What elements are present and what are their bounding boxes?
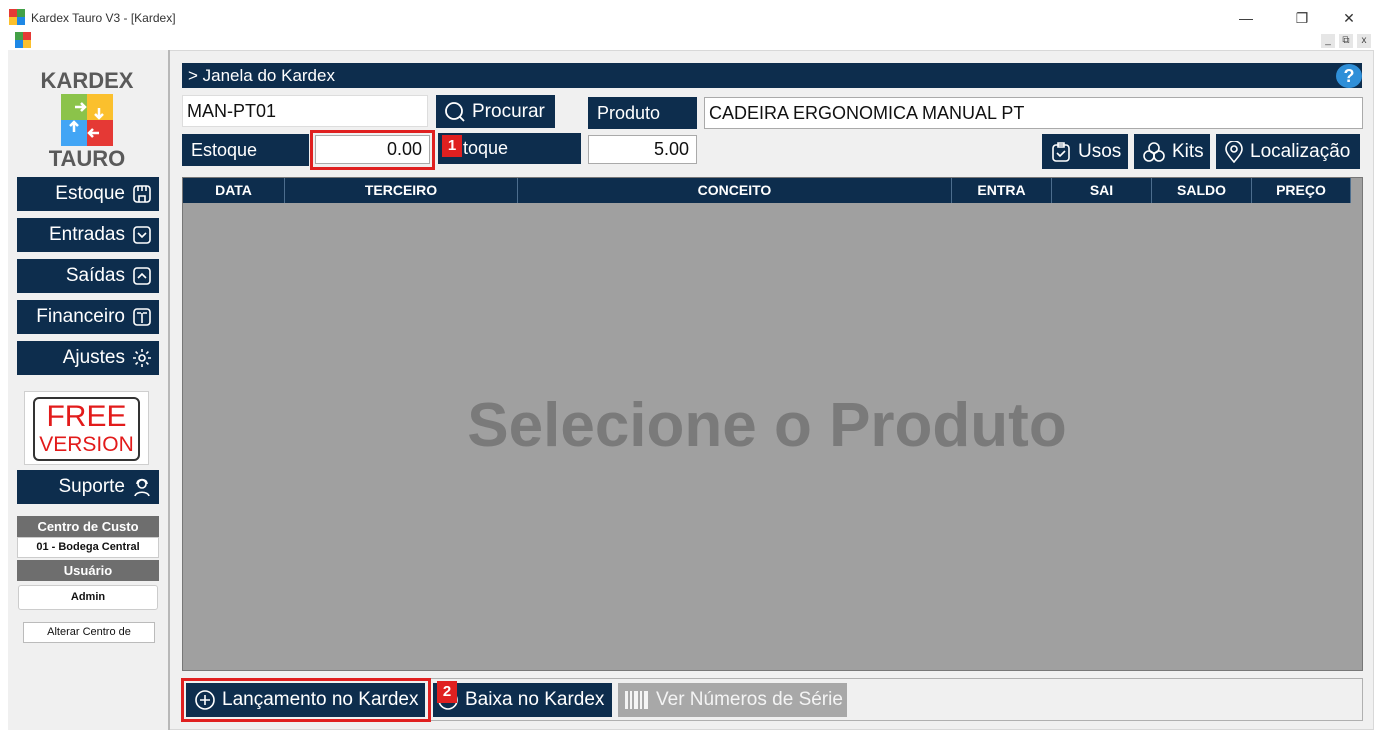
mdi-minimize-button[interactable]: _ — [1321, 34, 1335, 48]
kits-label: Kits — [1172, 140, 1204, 162]
book-icon — [133, 308, 151, 326]
gear-icon — [133, 349, 151, 367]
clipboard-check-icon — [1052, 141, 1070, 162]
empty-state-message: Selecione o Produto — [467, 391, 1067, 460]
free-version-badge: FREE VERSION — [24, 391, 149, 465]
brand-logo: KARDEX TAURO — [28, 68, 146, 172]
inbox-out-icon — [133, 267, 151, 285]
usos-button[interactable]: Usos — [1042, 134, 1128, 169]
produto-label: Produto — [588, 97, 697, 129]
estoque-minimo-value-field[interactable]: 5.00 — [588, 135, 697, 164]
centro-custo-value: 01 - Bodega Central — [17, 537, 159, 558]
puzzle-logo-icon — [61, 94, 113, 146]
step-marker-1: 1 — [442, 135, 462, 157]
ver-numeros-serie-button[interactable]: Ver Números de Série — [618, 683, 847, 717]
maximize-button[interactable]: ❐ — [1290, 8, 1314, 28]
mdi-bar — [0, 32, 1382, 50]
kits-circles-icon — [1143, 141, 1165, 162]
ver-numeros-serie-label: Ver Números de Série — [656, 689, 843, 710]
sidebar-item-saidas[interactable]: Saídas — [17, 259, 159, 293]
baixa-button[interactable]: Baixa no Kardex — [433, 683, 612, 717]
kits-button[interactable]: Kits — [1134, 134, 1210, 169]
sidebar-item-ajustes[interactable]: Ajustes — [17, 341, 159, 375]
window-title: Kardex Tauro V3 - [Kardex] — [31, 11, 176, 25]
brand-bottom-text: TAURO — [48, 146, 126, 171]
minimize-button[interactable]: — — [1234, 8, 1258, 28]
centro-custo-title: Centro de Custo — [17, 516, 159, 537]
close-button[interactable]: ✕ — [1337, 8, 1361, 28]
sidebar-item-financeiro[interactable]: Financeiro — [17, 300, 159, 334]
sidebar-item-estoque[interactable]: Estoque — [17, 177, 159, 211]
inbox-in-icon — [133, 226, 151, 244]
baixa-label: Baixa no Kardex — [465, 689, 605, 710]
localizacao-label: Localização — [1250, 140, 1351, 162]
kardex-table: DATA TERCEIRO CONCEITO ENTRA SAI SALDO P… — [182, 177, 1363, 671]
column-header-terceiro[interactable]: TERCEIRO — [285, 178, 518, 203]
store-icon — [133, 185, 151, 203]
free-text: FREE — [46, 400, 127, 433]
estoque-label: Estoque — [182, 134, 309, 166]
column-header-saldo[interactable]: SALDO — [1152, 178, 1252, 203]
support-label: Suporte — [58, 476, 125, 497]
help-icon[interactable]: ? — [1336, 64, 1362, 88]
sidebar-item-label: Saídas — [65, 265, 125, 286]
sidebar-item-label: Entradas — [48, 224, 125, 245]
mdi-close-button[interactable]: x — [1357, 34, 1371, 48]
procurar-button[interactable]: Procurar — [436, 95, 555, 128]
app-logo-icon — [9, 9, 25, 25]
column-header-preco[interactable]: PREÇO — [1252, 178, 1351, 203]
localizacao-button[interactable]: Localização — [1216, 134, 1360, 169]
title-bar: Kardex Tauro V3 - [Kardex] — ❐ ✕ — [0, 0, 1382, 34]
location-pin-icon — [1225, 140, 1243, 163]
procurar-label: Procurar — [472, 100, 545, 122]
sidebar-item-label: Estoque — [55, 183, 125, 204]
column-header-entra[interactable]: ENTRA — [952, 178, 1052, 203]
highlight-frame-1 — [310, 130, 435, 170]
support-agent-icon — [134, 478, 150, 497]
step-marker-2: 2 — [437, 681, 457, 703]
sidebar-item-label: Financeiro — [36, 306, 125, 327]
barcode-icon — [625, 691, 648, 709]
support-button[interactable]: Suporte — [17, 470, 159, 504]
usuario-title: Usuário — [17, 560, 159, 581]
page-title: > Janela do Kardex — [182, 63, 1362, 88]
alterar-centro-button[interactable]: Alterar Centro de — [23, 622, 155, 643]
usos-label: Usos — [1078, 140, 1122, 162]
version-text: VERSION — [39, 433, 134, 456]
column-header-sai[interactable]: SAI — [1052, 178, 1152, 203]
usuario-value: Admin — [18, 585, 158, 610]
highlight-frame-2 — [181, 678, 431, 722]
search-icon — [445, 101, 465, 122]
mdi-restore-button[interactable]: ⧉ — [1339, 34, 1353, 48]
column-header-conceito[interactable]: CONCEITO — [518, 178, 952, 203]
column-header-data[interactable]: DATA — [183, 178, 285, 203]
free-version-stamp: FREE VERSION — [33, 397, 140, 461]
table-header: DATA TERCEIRO CONCEITO ENTRA SAI SALDO P… — [183, 178, 1351, 203]
product-name-field[interactable]: CADEIRA ERGONOMICA MANUAL PT — [704, 97, 1363, 129]
mdi-logo-icon — [15, 32, 31, 48]
sidebar-item-label: Ajustes — [62, 347, 125, 368]
brand-top-text: KARDEX — [40, 68, 134, 93]
sidebar-item-entradas[interactable]: Entradas — [17, 218, 159, 252]
product-code-input[interactable]: MAN-PT01 — [182, 95, 428, 127]
